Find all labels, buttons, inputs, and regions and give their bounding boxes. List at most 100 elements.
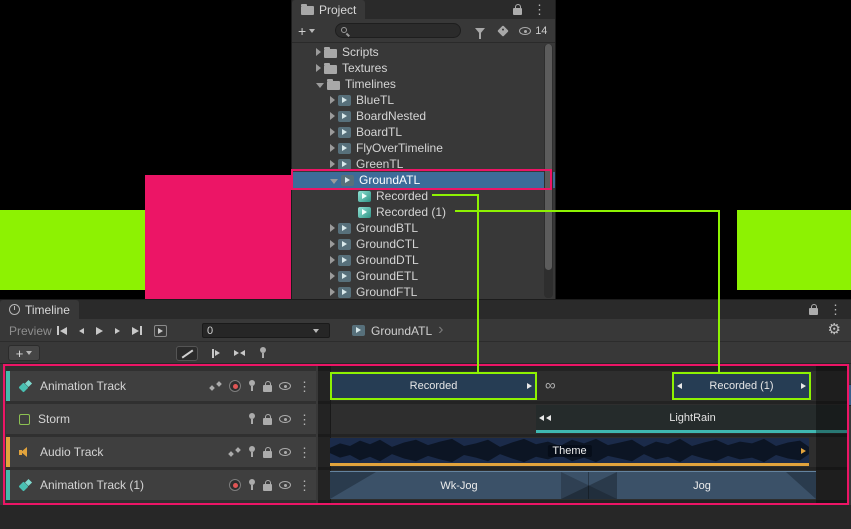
replace-mode-icon[interactable] (234, 350, 245, 356)
tree-item-groundatl-selected[interactable]: GroundATL (292, 172, 555, 188)
collapse-arrow-icon[interactable] (316, 83, 324, 88)
expand-arrow-icon[interactable] (330, 96, 335, 104)
gear-icon[interactable]: ⚙ (828, 322, 841, 337)
expand-arrow-icon[interactable] (316, 48, 321, 56)
breadcrumb[interactable]: GroundATL › (352, 319, 443, 342)
lock-icon[interactable] (263, 418, 272, 425)
expand-arrow-icon[interactable] (316, 64, 321, 72)
ripple-mode-icon[interactable] (212, 349, 220, 358)
eye-icon[interactable] (279, 382, 291, 390)
chevron-down-icon[interactable] (313, 329, 319, 333)
kebab-menu-icon[interactable]: ⋮ (829, 303, 842, 316)
kebab-menu-icon[interactable]: ⋮ (298, 413, 311, 426)
tree-item-flyovertimeline[interactable]: FlyOverTimeline (292, 140, 555, 156)
lock-icon[interactable] (263, 451, 272, 458)
create-menu-button[interactable]: + (292, 23, 321, 39)
lock-icon[interactable] (809, 308, 818, 315)
tree-item-timelines[interactable]: Timelines (292, 76, 555, 92)
add-track-button[interactable]: + (8, 345, 40, 361)
clip-recorded-1[interactable]: Recorded (1) (672, 372, 811, 400)
track-header-audio-track[interactable]: Audio Track ⋮ (6, 437, 316, 467)
track-header-animation-track[interactable]: Animation Track ⋮ (6, 371, 316, 401)
search-field[interactable] (335, 23, 461, 38)
kebab-menu-icon[interactable]: ⋮ (298, 479, 311, 492)
clip-wkjog[interactable]: Wk-Jog (330, 472, 588, 499)
expand-arrow-icon[interactable] (330, 128, 335, 136)
record-button[interactable] (229, 380, 241, 392)
eye-icon[interactable] (279, 448, 291, 456)
timeline-asset-icon (338, 223, 351, 234)
track-header-storm[interactable]: Storm ⋮ (6, 404, 316, 434)
folder-icon (327, 81, 340, 90)
curves-icon[interactable] (228, 447, 241, 457)
lock-icon[interactable] (513, 8, 522, 15)
kebab-menu-icon[interactable]: ⋮ (533, 3, 546, 16)
tree-item-textures[interactable]: Textures (292, 60, 555, 76)
clip-lightrain[interactable]: LightRain (536, 405, 849, 433)
marker-pin-icon[interactable] (259, 347, 267, 359)
expand-arrow-icon[interactable] (330, 240, 335, 248)
track-header-animation-track-1[interactable]: Animation Track (1) ⋮ (6, 470, 316, 500)
tree-item-recorded[interactable]: Recorded (292, 188, 555, 204)
tree-item-boardnested[interactable]: BoardNested (292, 108, 555, 124)
expand-arrow-icon[interactable] (330, 160, 335, 168)
next-frame-button[interactable] (115, 328, 120, 334)
tree-item-greentl[interactable]: GreenTL (292, 156, 555, 172)
frame-input[interactable] (203, 324, 313, 338)
clip-theme[interactable]: Theme (330, 438, 809, 466)
pin-icon[interactable] (248, 380, 256, 392)
previous-frame-button[interactable] (79, 328, 84, 334)
goto-start-button[interactable] (57, 326, 67, 335)
add-track-label: + (16, 346, 24, 361)
clip-label: Recorded (1) (709, 380, 773, 392)
kebab-menu-icon[interactable]: ⋮ (298, 380, 311, 393)
expand-arrow-icon[interactable] (330, 272, 335, 280)
search-by-type-icon[interactable] (475, 28, 485, 34)
lock-icon[interactable] (263, 385, 272, 392)
tree-item-groundctl[interactable]: GroundCTL (292, 236, 555, 252)
tab-timeline-label: Timeline (25, 303, 70, 317)
tree-item-bluetl[interactable]: BlueTL (292, 92, 555, 108)
timeline-asset-icon (338, 95, 351, 106)
frame-field[interactable] (202, 323, 330, 338)
scrollbar-thumb[interactable] (545, 44, 552, 270)
expand-arrow-icon[interactable] (330, 288, 335, 296)
expand-arrow-icon[interactable] (330, 144, 335, 152)
expand-arrow-icon[interactable] (330, 256, 335, 264)
tab-timeline[interactable]: Timeline (0, 300, 79, 319)
record-button[interactable] (229, 479, 241, 491)
eye-icon[interactable] (279, 415, 291, 423)
eye-icon[interactable] (279, 481, 291, 489)
tab-project[interactable]: Project (292, 0, 365, 19)
tree-item-groundbtl[interactable]: GroundBTL (292, 220, 555, 236)
pin-icon[interactable] (248, 446, 256, 458)
tree-item-grounddtl[interactable]: GroundDTL (292, 252, 555, 268)
lock-icon[interactable] (263, 484, 272, 491)
expand-arrow-icon[interactable] (330, 112, 335, 120)
pin-icon[interactable] (248, 413, 256, 425)
preview-button[interactable]: Preview (9, 324, 52, 338)
play-button[interactable] (96, 327, 103, 335)
kebab-menu-icon[interactable]: ⋮ (298, 446, 311, 459)
tree-item-boardtl[interactable]: BoardTL (292, 124, 555, 140)
clip-recorded[interactable]: Recorded (330, 372, 537, 400)
search-input[interactable] (354, 24, 458, 38)
expand-arrow-icon[interactable] (330, 224, 335, 232)
search-by-label-icon[interactable] (498, 25, 509, 36)
goto-end-button[interactable] (132, 326, 142, 335)
tree-item-groundetl[interactable]: GroundETL (292, 268, 555, 284)
tree-item-scripts[interactable]: Scripts (292, 44, 555, 60)
play-range-button[interactable] (154, 325, 167, 337)
tree-item-recorded-1[interactable]: Recorded (1) (292, 204, 555, 220)
timeline-window: Timeline ⋮ Preview Gr (0, 300, 851, 529)
timeline-asset-icon (338, 271, 351, 282)
pin-icon[interactable] (248, 479, 256, 491)
curves-icon[interactable] (209, 381, 222, 391)
visibility-toggle[interactable]: 14 (519, 25, 547, 37)
extrapolation-infinity-symbol: ∞ (545, 371, 556, 399)
collapse-arrow-icon[interactable] (330, 179, 338, 184)
scrollbar[interactable] (544, 44, 553, 298)
mix-mode-icon[interactable] (176, 346, 198, 361)
clip-jog[interactable]: Jog (588, 472, 816, 499)
tree-item-groundftl[interactable]: GroundFTL (292, 284, 555, 300)
